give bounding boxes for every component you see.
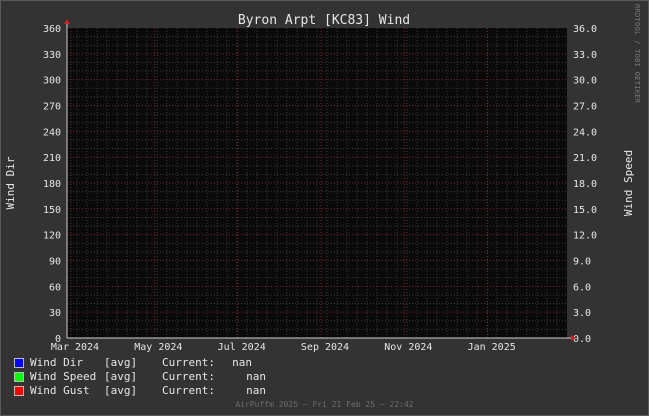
y-tick-label: 120	[43, 231, 61, 242]
y2-tick-label: 3.0	[573, 308, 591, 319]
legend-current-label: Current:	[162, 384, 215, 397]
y-tick-label: 90	[49, 257, 61, 268]
y-axis-arrow	[64, 19, 70, 24]
y2-tick-label: 33.0	[573, 50, 597, 61]
legend-value: nan	[246, 384, 266, 397]
y-tick-label: 360	[43, 24, 61, 35]
y-tick-label: 30	[49, 308, 61, 319]
legend-value: nan	[232, 356, 252, 369]
y2-tick-label: 6.0	[573, 282, 591, 293]
chart-title: Byron Arpt [KC83] Wind	[238, 13, 410, 28]
wind-gust-swatch	[14, 385, 24, 396]
chart-footer: AirPuffm 2025 – Fri 21 Feb 25 – 22:42	[235, 400, 414, 409]
rrdtool-watermark: RRDTOOL / TOBI OETIKER	[633, 4, 641, 104]
y-tick-label: 60	[49, 282, 61, 293]
wind-speed-swatch	[14, 371, 24, 382]
y2-tick-label: 0.0	[573, 334, 591, 345]
x-tick-label: Mar 2024	[51, 342, 99, 353]
y2-tick-label: 15.0	[573, 205, 597, 216]
legend-current-label: Current:	[162, 356, 215, 369]
legend-item-wind-gust: Wind Gust [avg] Current: nan	[14, 384, 266, 397]
y-tick-label: 150	[43, 205, 61, 216]
y2-tick-label: 27.0	[573, 102, 597, 113]
legend-item-wind-dir: Wind Dir [avg] Current: nan	[14, 356, 252, 369]
x-tick-label: Jul 2024	[218, 342, 266, 353]
y2-tick-label: 9.0	[573, 257, 591, 268]
y-tick-label: 300	[43, 76, 61, 87]
legend-current-label: Current:	[162, 370, 215, 383]
wind-chart: Byron Arpt [KC83] Wind Wind Dir Wind Spe…	[4, 13, 635, 353]
y2-axis-label: Wind Speed	[622, 150, 635, 216]
wind-dir-swatch	[14, 357, 24, 368]
y-tick-label: 210	[43, 153, 61, 164]
y-axis-label: Wind Dir	[4, 156, 17, 209]
x-tick-label: Nov 2024	[384, 342, 432, 353]
legend-stat: [avg]	[104, 370, 138, 383]
y2-tick-label: 18.0	[573, 179, 597, 190]
legend-stat: [avg]	[104, 356, 138, 369]
y2-tick-label: 30.0	[573, 76, 597, 87]
legend-item-wind-speed: Wind Speed [avg] Current: nan	[14, 370, 266, 383]
y2-tick-label: 36.0	[573, 24, 597, 35]
legend-name: Wind Gust	[30, 384, 90, 397]
y-tick-label: 270	[43, 102, 61, 113]
y-tick-label: 240	[43, 127, 61, 138]
y2-tick-label: 21.0	[573, 153, 597, 164]
y2-tick-label: 12.0	[573, 231, 597, 242]
legend-stat: [avg]	[104, 384, 138, 397]
y-tick-label: 180	[43, 179, 61, 190]
x-tick-label: Sep 2024	[301, 342, 349, 353]
x-tick-label: May 2024	[134, 342, 182, 353]
legend-name: Wind Dir	[30, 356, 83, 369]
y2-tick-label: 24.0	[573, 127, 597, 138]
y-tick-label: 330	[43, 50, 61, 61]
legend-value: nan	[246, 370, 266, 383]
legend-name: Wind Speed	[30, 370, 97, 383]
x-tick-label: Jan 2025	[468, 342, 516, 353]
